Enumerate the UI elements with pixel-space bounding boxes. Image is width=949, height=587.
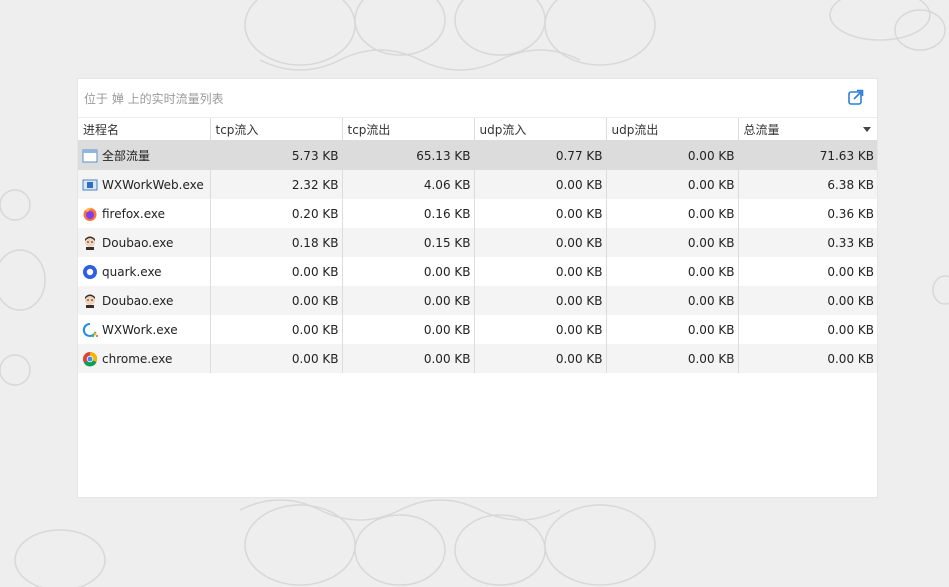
traffic-panel: 位于 婵 上的实时流量列表 进程名 tcp流入 tcp流出 udp流入 udp流… [78, 79, 877, 497]
process-name: firefox.exe [102, 206, 166, 221]
cell-tcp-out: 0.00 KB [342, 257, 475, 286]
cell-tcp-in: 0.00 KB [210, 315, 343, 344]
column-header-process[interactable]: 进程名 [78, 118, 211, 141]
table-row[interactable]: WXWork.exe 0.00 KB 0.00 KB 0.00 KB 0.00 KB 0.… [78, 315, 877, 344]
cell-total: 0.36 KB [827, 206, 874, 221]
cell-udp-out: 0.00 KB [606, 315, 739, 344]
cell-tcp-in: 0.20 KB [210, 199, 343, 228]
cell-process: WXWorkWeb.exe [78, 170, 211, 199]
chrome-icon [82, 351, 98, 367]
cell-process: 全部流量 [78, 140, 211, 170]
cell-udp-out: 0.00 KB [606, 140, 739, 170]
process-name: WXWorkWeb.exe [102, 177, 204, 192]
table-row[interactable]: WXWorkWeb.exe 2.32 KB 4.06 KB 0.00 KB 0.00 K… [78, 170, 877, 199]
cell-udp-out: 0.00 KB [606, 170, 739, 199]
table-row[interactable]: quark.exe 0.00 KB 0.00 KB 0.00 KB 0.00 KB 0.0… [78, 257, 877, 286]
cell-total: 6.38 KB [738, 170, 877, 199]
cell-tcp-out: 0.16 KB [342, 199, 475, 228]
wxwork-web-icon [82, 177, 98, 193]
cell-tcp-out: 0.00 KB [342, 315, 475, 344]
cell-tcp-out: 65.13 KB [342, 140, 475, 170]
cell-udp-in: 0.00 KB [474, 315, 607, 344]
cell-process: Doubao.exe [78, 286, 211, 315]
process-name: Doubao.exe [102, 235, 174, 250]
cell-udp-out: 0.00 KB [606, 228, 739, 257]
cell-tcp-out: 0.00 KB [342, 286, 475, 315]
cell-total: 0.00 KB [827, 322, 874, 337]
wxwork-icon [82, 322, 98, 338]
column-header-udp-in[interactable]: udp流入 [474, 118, 607, 141]
cell-tcp-out: 0.00 KB [342, 344, 475, 373]
cell-process: Doubao.exe [78, 228, 211, 257]
cell-tcp-in: 0.18 KB [210, 228, 343, 257]
cell-total: 0.33 KB [738, 228, 877, 257]
cell-total: 0.00 KB [738, 344, 877, 373]
cell-udp-in: 0.00 KB [474, 228, 607, 257]
process-name: chrome.exe [102, 351, 173, 366]
cell-udp-in: 0.00 KB [474, 257, 607, 286]
column-header-total[interactable]: 总流量 [738, 118, 877, 141]
cell-process: firefox.exe [78, 199, 211, 228]
cell-total: 71.63 KB [738, 140, 877, 170]
cell-udp-in: 0.00 KB [474, 344, 607, 373]
process-name: quark.exe [102, 264, 162, 279]
cell-udp-in: 0.77 KB [474, 140, 607, 170]
column-header-tcp-out[interactable]: tcp流出 [342, 118, 475, 141]
cell-udp-out: 0.00 KB [606, 286, 739, 315]
cell-process: WXWork.exe [78, 315, 211, 344]
cell-tcp-in: 5.73 KB [210, 140, 343, 170]
cell-tcp-in: 0.00 KB [210, 344, 343, 373]
table-row[interactable]: 全部流量 5.73 KB 65.13 KB 0.77 KB 0.00 KB 71.63 K… [78, 140, 877, 170]
cell-udp-out: 0.00 KB [606, 257, 739, 286]
cell-tcp-out: 4.06 KB [342, 170, 475, 199]
column-header-total-label: 总流量 [743, 122, 780, 137]
doubao-icon [82, 235, 98, 251]
table-row[interactable]: Doubao.exe 0.18 KB 0.15 KB 0.00 KB 0.00 KB 0.… [78, 228, 877, 257]
firefox-icon [82, 206, 98, 222]
cell-process: quark.exe [78, 257, 211, 286]
table-row[interactable]: Doubao.exe 0.00 KB 0.00 KB 0.00 KB 0.00 KB 0.… [78, 286, 877, 315]
process-name: Doubao.exe [102, 293, 174, 308]
cell-process: chrome.exe [78, 344, 211, 373]
cell-tcp-in: 0.00 KB [210, 257, 343, 286]
process-name: WXWork.exe [102, 322, 178, 337]
process-name: 全部流量 [102, 148, 151, 163]
table-header-row: 进程名 tcp流入 tcp流出 udp流入 udp流出 总流量 [78, 118, 877, 141]
column-header-udp-out[interactable]: udp流出 [606, 118, 739, 141]
window-icon [82, 148, 98, 164]
cell-total: 0.00 KB [738, 286, 877, 315]
export-icon[interactable] [847, 88, 865, 106]
table-row[interactable]: chrome.exe 0.00 KB 0.00 KB 0.00 KB 0.00 KB 0.… [78, 344, 877, 373]
cell-udp-out: 0.00 KB [606, 199, 739, 228]
cell-udp-in: 0.00 KB [474, 199, 607, 228]
sort-desc-icon [863, 127, 871, 132]
doubao-icon [82, 293, 98, 309]
cell-tcp-in: 0.00 KB [210, 286, 343, 315]
cell-total: 0.00 KB [827, 264, 874, 279]
column-header-tcp-in[interactable]: tcp流入 [210, 118, 343, 141]
cell-udp-in: 0.00 KB [474, 170, 607, 199]
traffic-table: 进程名 tcp流入 tcp流出 udp流入 udp流出 总流量 全部流量 5.73… [78, 118, 877, 373]
panel-header: 位于 婵 上的实时流量列表 [78, 79, 877, 118]
table-row[interactable]: firefox.exe 0.20 KB 0.16 KB 0.00 KB 0.00 KB 0… [78, 199, 877, 228]
cell-tcp-in: 2.32 KB [210, 170, 343, 199]
quark-icon [82, 264, 98, 280]
table-body: 全部流量 5.73 KB 65.13 KB 0.77 KB 0.00 KB 71.63 K… [78, 140, 877, 373]
cell-tcp-out: 0.15 KB [342, 228, 475, 257]
cell-udp-out: 0.00 KB [606, 344, 739, 373]
panel-title: 位于 婵 上的实时流量列表 [84, 92, 224, 106]
cell-udp-in: 0.00 KB [474, 286, 607, 315]
